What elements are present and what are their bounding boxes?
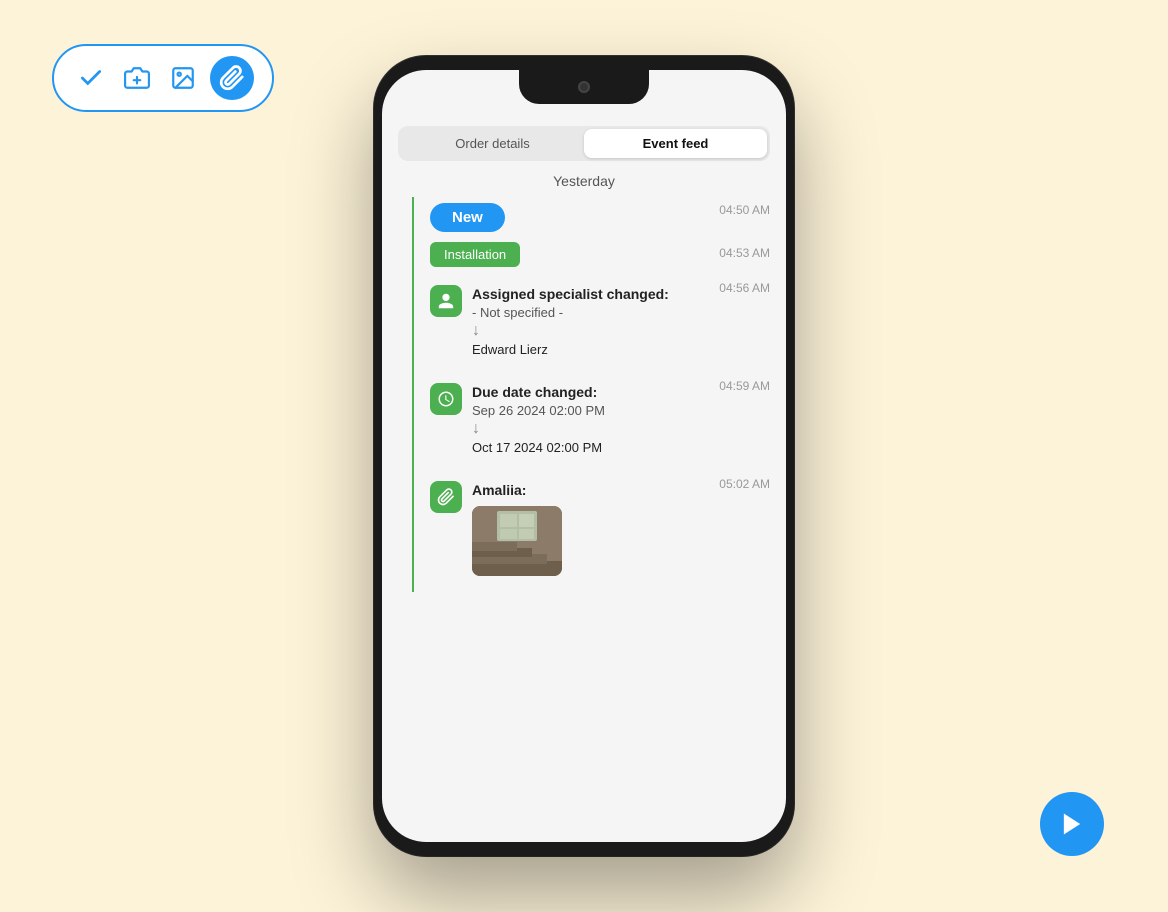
check-icon-button[interactable]: [72, 59, 110, 97]
event-arrow-specialist: ↓: [472, 322, 770, 340]
play-button[interactable]: [1040, 792, 1104, 856]
new-badge: New: [430, 203, 505, 232]
event-arrow-duedate: ↓: [472, 420, 770, 438]
tab-bar: Order details Event feed: [398, 126, 770, 161]
entry-time-4: 05:02 AM: [719, 477, 770, 491]
entry-time-0: 04:50 AM: [719, 203, 770, 217]
image-thumbnail-container[interactable]: [472, 506, 770, 576]
play-icon: [1058, 810, 1086, 838]
timeline-entry-duedate: 04:59 AM Due date changed: Sep 26 2024 0…: [402, 373, 786, 471]
tab-event-feed[interactable]: Event feed: [584, 129, 767, 158]
image-icon-button[interactable]: [164, 59, 202, 97]
event-to-duedate: Oct 17 2024 02:00 PM: [472, 440, 770, 455]
paperclip-icon-button[interactable]: [210, 56, 254, 100]
category-badge: Installation: [430, 242, 520, 267]
event-from-specialist: - Not specified -: [472, 305, 770, 320]
attachment-icon: [430, 481, 462, 513]
timeline-entry-amaliia: 05:02 AM Amaliia:: [402, 471, 786, 591]
clock-icon: [430, 383, 462, 415]
date-header: Yesterday: [382, 161, 786, 197]
feed-content: Yesterday New 04:50 AM Installation 04:5…: [382, 161, 786, 842]
timeline-entry-category: Installation 04:53 AM: [402, 240, 786, 275]
phone-frame: Order details Event feed Yesterday New 0…: [374, 56, 794, 856]
tab-order-details[interactable]: Order details: [401, 129, 584, 158]
entry-time-2: 04:56 AM: [719, 281, 770, 295]
floating-toolbar: [52, 44, 274, 112]
camera-add-icon-button[interactable]: [118, 59, 156, 97]
person-icon: [430, 285, 462, 317]
camera-dot: [578, 81, 590, 93]
event-body-specialist: Assigned specialist changed: - Not speci…: [472, 285, 770, 357]
timeline: New 04:50 AM Installation 04:53 AM 04:56…: [382, 197, 786, 592]
event-to-specialist: Edward Lierz: [472, 342, 770, 357]
event-body-duedate: Due date changed: Sep 26 2024 02:00 PM ↓…: [472, 383, 770, 455]
entry-time-3: 04:59 AM: [719, 379, 770, 393]
entry-time-1: 04:53 AM: [719, 246, 770, 260]
phone-screen: Order details Event feed Yesterday New 0…: [382, 70, 786, 842]
image-thumbnail[interactable]: [472, 506, 562, 576]
timeline-entry-new: New 04:50 AM: [402, 197, 786, 240]
timeline-entry-specialist: 04:56 AM Assigned specialist changed: - …: [402, 275, 786, 373]
phone-notch: [519, 70, 649, 104]
scene: Order details Event feed Yesterday New 0…: [34, 26, 1134, 886]
event-body-amaliia: Amaliia:: [472, 481, 770, 575]
event-from-duedate: Sep 26 2024 02:00 PM: [472, 403, 770, 418]
